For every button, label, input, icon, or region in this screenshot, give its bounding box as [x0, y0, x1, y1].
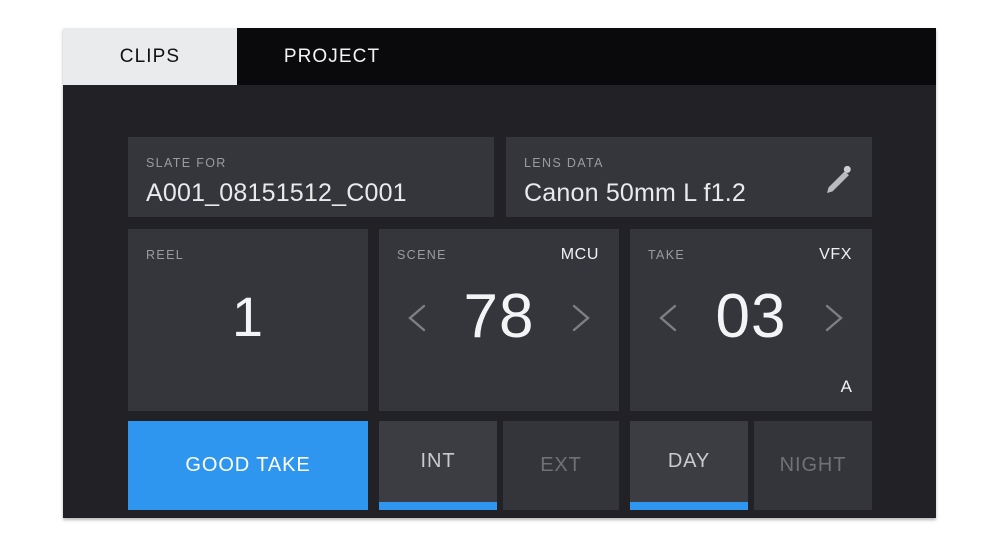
reel-card[interactable]: REEL 1 — [128, 229, 368, 411]
tab-project[interactable]: PROJECT — [237, 28, 427, 85]
scene-shot-type-badge[interactable]: MCU — [561, 246, 599, 264]
take-vfx-badge[interactable]: VFX — [819, 246, 852, 264]
int-selected-indicator — [379, 502, 497, 510]
lens-data-card[interactable]: LENS DATA Canon 50mm L f1.2 — [506, 137, 872, 217]
good-take-button[interactable]: GOOD TAKE — [128, 421, 368, 510]
take-label: TAKE — [648, 248, 686, 262]
day-selected-indicator — [630, 502, 748, 510]
day-button[interactable]: DAY — [630, 421, 748, 510]
tab-project-label: PROJECT — [283, 45, 381, 67]
ext-label: EXT — [540, 454, 582, 476]
scene-increment-button[interactable] — [562, 301, 596, 335]
scene-label: SCENE — [397, 248, 447, 262]
int-label: INT — [420, 450, 456, 472]
reel-value: 1 — [231, 285, 265, 348]
slate-for-label: SLATE FOR — [146, 156, 227, 170]
tab-clips[interactable]: CLIPS — [63, 28, 237, 85]
pencil-icon[interactable] — [821, 162, 855, 196]
tab-clips-label: CLIPS — [119, 45, 181, 67]
take-pickup-badge[interactable]: A — [841, 377, 852, 397]
night-button[interactable]: NIGHT — [754, 421, 872, 510]
scene-card[interactable]: SCENE MCU 78 — [379, 229, 619, 411]
take-card[interactable]: TAKE VFX 03 A — [630, 229, 872, 411]
lens-data-value: Canon 50mm L f1.2 — [524, 179, 747, 207]
slate-for-value: A001_08151512_C001 — [146, 179, 407, 207]
take-increment-button[interactable] — [815, 301, 849, 335]
lens-data-label: LENS DATA — [524, 156, 604, 170]
ext-button[interactable]: EXT — [503, 421, 619, 510]
int-button[interactable]: INT — [379, 421, 497, 510]
slate-window: CLIPS PROJECT SLATE FOR A001_08151512_C0… — [63, 28, 936, 518]
tab-bar: CLIPS PROJECT — [63, 28, 936, 85]
slate-body: SLATE FOR A001_08151512_C001 LENS DATA C… — [63, 85, 936, 518]
slate-for-card[interactable]: SLATE FOR A001_08151512_C001 — [128, 137, 494, 217]
good-take-label: GOOD TAKE — [185, 454, 311, 476]
reel-label: REEL — [146, 248, 185, 262]
night-label: NIGHT — [779, 454, 847, 476]
day-label: DAY — [667, 450, 711, 472]
